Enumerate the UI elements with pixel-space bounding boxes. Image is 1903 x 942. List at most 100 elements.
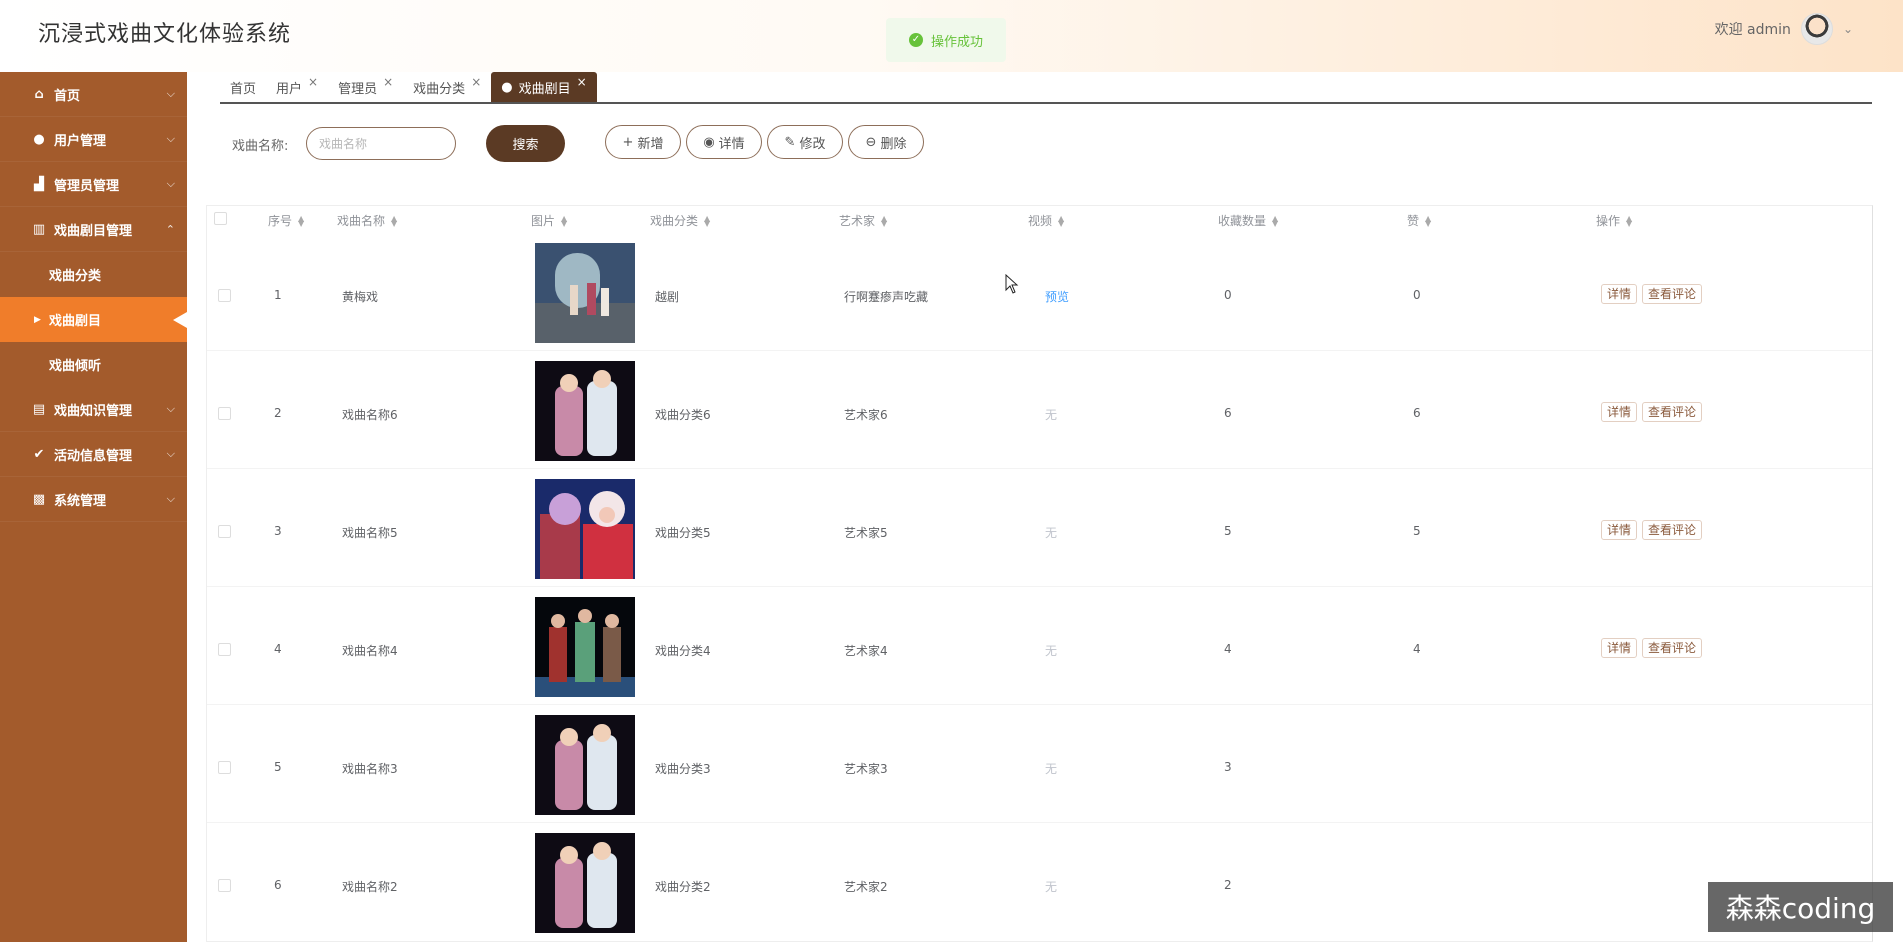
opera-thumbnail[interactable] [535,715,635,815]
edit-button[interactable]: ✎ 修改 [767,125,843,159]
top-header: 沉浸式戏曲文化体验系统 ✓ 操作成功 欢迎 admin ⌄ [0,0,1903,72]
th-likes[interactable]: 赞 ▲ ▼ [1407,212,1431,229]
sidebar-item-home[interactable]: ⌂ 首页 ⌵ [0,72,187,117]
sidebar-item-activity[interactable]: ✔ 活动信息管理 ⌵ [0,432,187,477]
row-checkbox[interactable] [218,525,231,538]
tab-category[interactable]: 戏曲分类 × [403,72,491,102]
cell-name: 戏曲名称6 [342,408,398,422]
opera-thumbnail[interactable] [535,833,635,933]
th-category[interactable]: 戏曲分类 ▲ ▼ [650,212,710,229]
select-all-checkbox[interactable] [214,212,227,225]
sort-icon[interactable]: ▲ ▼ [391,214,397,227]
add-button[interactable]: + 新增 [605,125,681,159]
header-label: 艺术家 [839,214,876,228]
cell-no: 1 [274,288,282,302]
row-checkbox[interactable] [218,643,231,656]
opera-thumbnail[interactable] [535,243,635,343]
sidebar-item-admins[interactable]: ▟ 管理员管理 ⌵ [0,162,187,207]
user-icon: ● [33,131,45,147]
header-label: 戏曲名称 [337,214,386,228]
row-divider [207,822,1872,823]
cell-name: 戏曲名称3 [342,762,398,776]
submenu-item-repertoire[interactable]: ▶ 戏曲剧目 [0,297,187,342]
th-favorites[interactable]: 收藏数量 ▲ ▼ [1218,212,1278,229]
row-comments-button[interactable]: 查看评论 [1642,520,1703,540]
submenu-item-listen[interactable]: 戏曲倾听 [0,342,187,387]
cell-category: 戏曲分类5 [655,526,711,540]
sort-icon[interactable]: ▲ ▼ [1626,214,1632,227]
row-comments-button[interactable]: 查看评论 [1642,638,1703,658]
doc-icon: ▤ [32,401,46,417]
sidebar-item-users[interactable]: ● 用户管理 ⌵ [0,117,187,162]
sidebar-item-system[interactable]: ▩ 系统管理 ⌵ [0,477,187,522]
sort-icon[interactable]: ▲ ▼ [881,214,887,227]
row-checkbox[interactable] [218,407,231,420]
cell-category: 戏曲分类6 [655,408,711,422]
row-detail-button[interactable]: 详情 [1601,520,1638,540]
home-icon: ⌂ [34,86,44,102]
tab-users[interactable]: 用户 × [266,72,328,102]
row-detail-button[interactable]: 详情 [1601,402,1638,422]
chart-icon: ▩ [32,491,46,507]
tab-home[interactable]: 首页 [220,72,266,102]
avatar[interactable] [1800,13,1833,45]
opera-thumbnail[interactable] [535,479,635,579]
search-button[interactable]: 搜索 [486,125,565,162]
cell-artist: 艺术家2 [844,880,888,894]
add-label: 新增 [637,136,664,152]
tab-repertoire[interactable]: ● 戏曲剧目 × [491,72,597,102]
tab-bar: 首页 用户 × 管理员 × 戏曲分类 × ● 戏曲剧目 × [220,72,1872,104]
chevron-down-icon[interactable]: ⌄ [1843,22,1853,36]
search-input[interactable] [306,127,456,160]
data-table [206,205,1873,942]
row-comments-button[interactable]: 查看评论 [1642,402,1703,422]
detail-button[interactable]: ◉ 详情 [686,125,762,159]
cell-no: 5 [274,760,282,774]
close-icon[interactable]: × [471,75,481,89]
cell-likes: 4 [1413,642,1421,656]
submenu-item-category[interactable]: 戏曲分类 [0,252,187,297]
delete-button[interactable]: ⊖ 删除 [848,125,924,159]
sidebar-item-repertoire[interactable]: ▥ 戏曲剧目管理 ⌃ [0,207,187,252]
user-menu[interactable]: 欢迎 admin ⌄ [1715,12,1853,46]
sort-icon[interactable]: ▲ ▼ [1425,214,1431,227]
tab-admins[interactable]: 管理员 × [328,72,403,102]
close-icon[interactable]: × [383,75,393,89]
sort-icon[interactable]: ▲ ▼ [298,214,304,227]
row-checkbox[interactable] [218,879,231,892]
sort-icon[interactable]: ▲ ▼ [561,214,567,227]
cell-category: 戏曲分类4 [655,644,711,658]
cell-video: 无 [1045,408,1058,422]
submenu-item-label: 戏曲剧目 [49,314,102,329]
th-no[interactable]: 序号 ▲ ▼ [268,212,304,229]
row-checkbox[interactable] [218,289,231,302]
header-label: 序号 [268,214,293,228]
opera-thumbnail[interactable] [535,361,635,461]
sidebar-item-knowledge[interactable]: ▤ 戏曲知识管理 ⌵ [0,387,187,432]
detail-label: 详情 [718,136,745,152]
video-preview-link[interactable]: 预览 [1045,288,1069,305]
sort-icon[interactable]: ▲ ▼ [704,214,710,227]
sort-icon[interactable]: ▲ ▼ [1272,214,1278,227]
row-detail-button[interactable]: 详情 [1601,638,1638,658]
sort-icon[interactable]: ▲ ▼ [1058,214,1064,227]
row-checkbox[interactable] [218,761,231,774]
close-icon[interactable]: × [577,75,587,89]
row-detail-button[interactable]: 详情 [1601,284,1638,304]
sidebar-item-label: 戏曲剧目管理 [54,223,133,239]
th-name[interactable]: 戏曲名称 ▲ ▼ [337,212,397,229]
th-image[interactable]: 图片 ▲ ▼ [531,212,567,229]
opera-thumbnail[interactable] [535,597,635,697]
row-comments-button[interactable]: 查看评论 [1642,284,1703,304]
close-icon[interactable]: × [308,75,318,89]
cell-category: 戏曲分类2 [655,880,711,894]
cell-name: 黄梅戏 [342,290,379,304]
th-video[interactable]: 视频 ▲ ▼ [1028,212,1064,229]
success-icon: ✓ [908,33,923,47]
th-artist[interactable]: 艺术家 ▲ ▼ [839,212,887,229]
sidebar-item-label: 戏曲知识管理 [54,403,133,419]
delete-label: 删除 [880,136,907,152]
sidebar-item-label: 用户管理 [54,133,107,149]
th-actions[interactable]: 操作 ▲ ▼ [1596,212,1632,229]
cell-video: 无 [1045,762,1058,776]
